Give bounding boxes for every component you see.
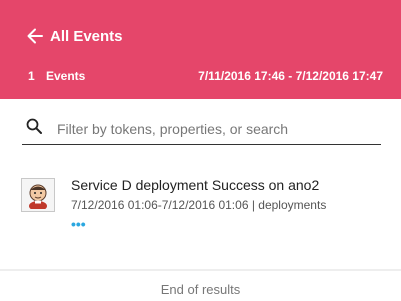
search-icon	[22, 118, 42, 139]
jenkins-avatar-icon	[21, 178, 55, 212]
search-bar	[22, 114, 381, 145]
divider	[0, 269, 401, 271]
more-options-button[interactable]: •••	[71, 216, 86, 232]
back-label: All Events	[50, 27, 123, 45]
time-range: 7/11/2016 17:46 - 7/12/2016 17:47	[198, 69, 383, 83]
search-input[interactable]	[55, 116, 359, 142]
all-events-back-button[interactable]: All Events	[26, 24, 123, 48]
header-bar: All Events 1 Events 7/11/2016 17:46 - 7/…	[0, 0, 401, 99]
event-count: 1	[28, 69, 35, 83]
event-title[interactable]: Service D deployment Success on ano2	[71, 177, 319, 193]
arrow-left-icon	[26, 27, 44, 45]
event-count-label: Events	[46, 69, 86, 83]
event-meta: 7/12/2016 01:06-7/12/2016 01:06 | deploy…	[71, 198, 327, 212]
end-of-results: End of results	[160, 282, 241, 297]
